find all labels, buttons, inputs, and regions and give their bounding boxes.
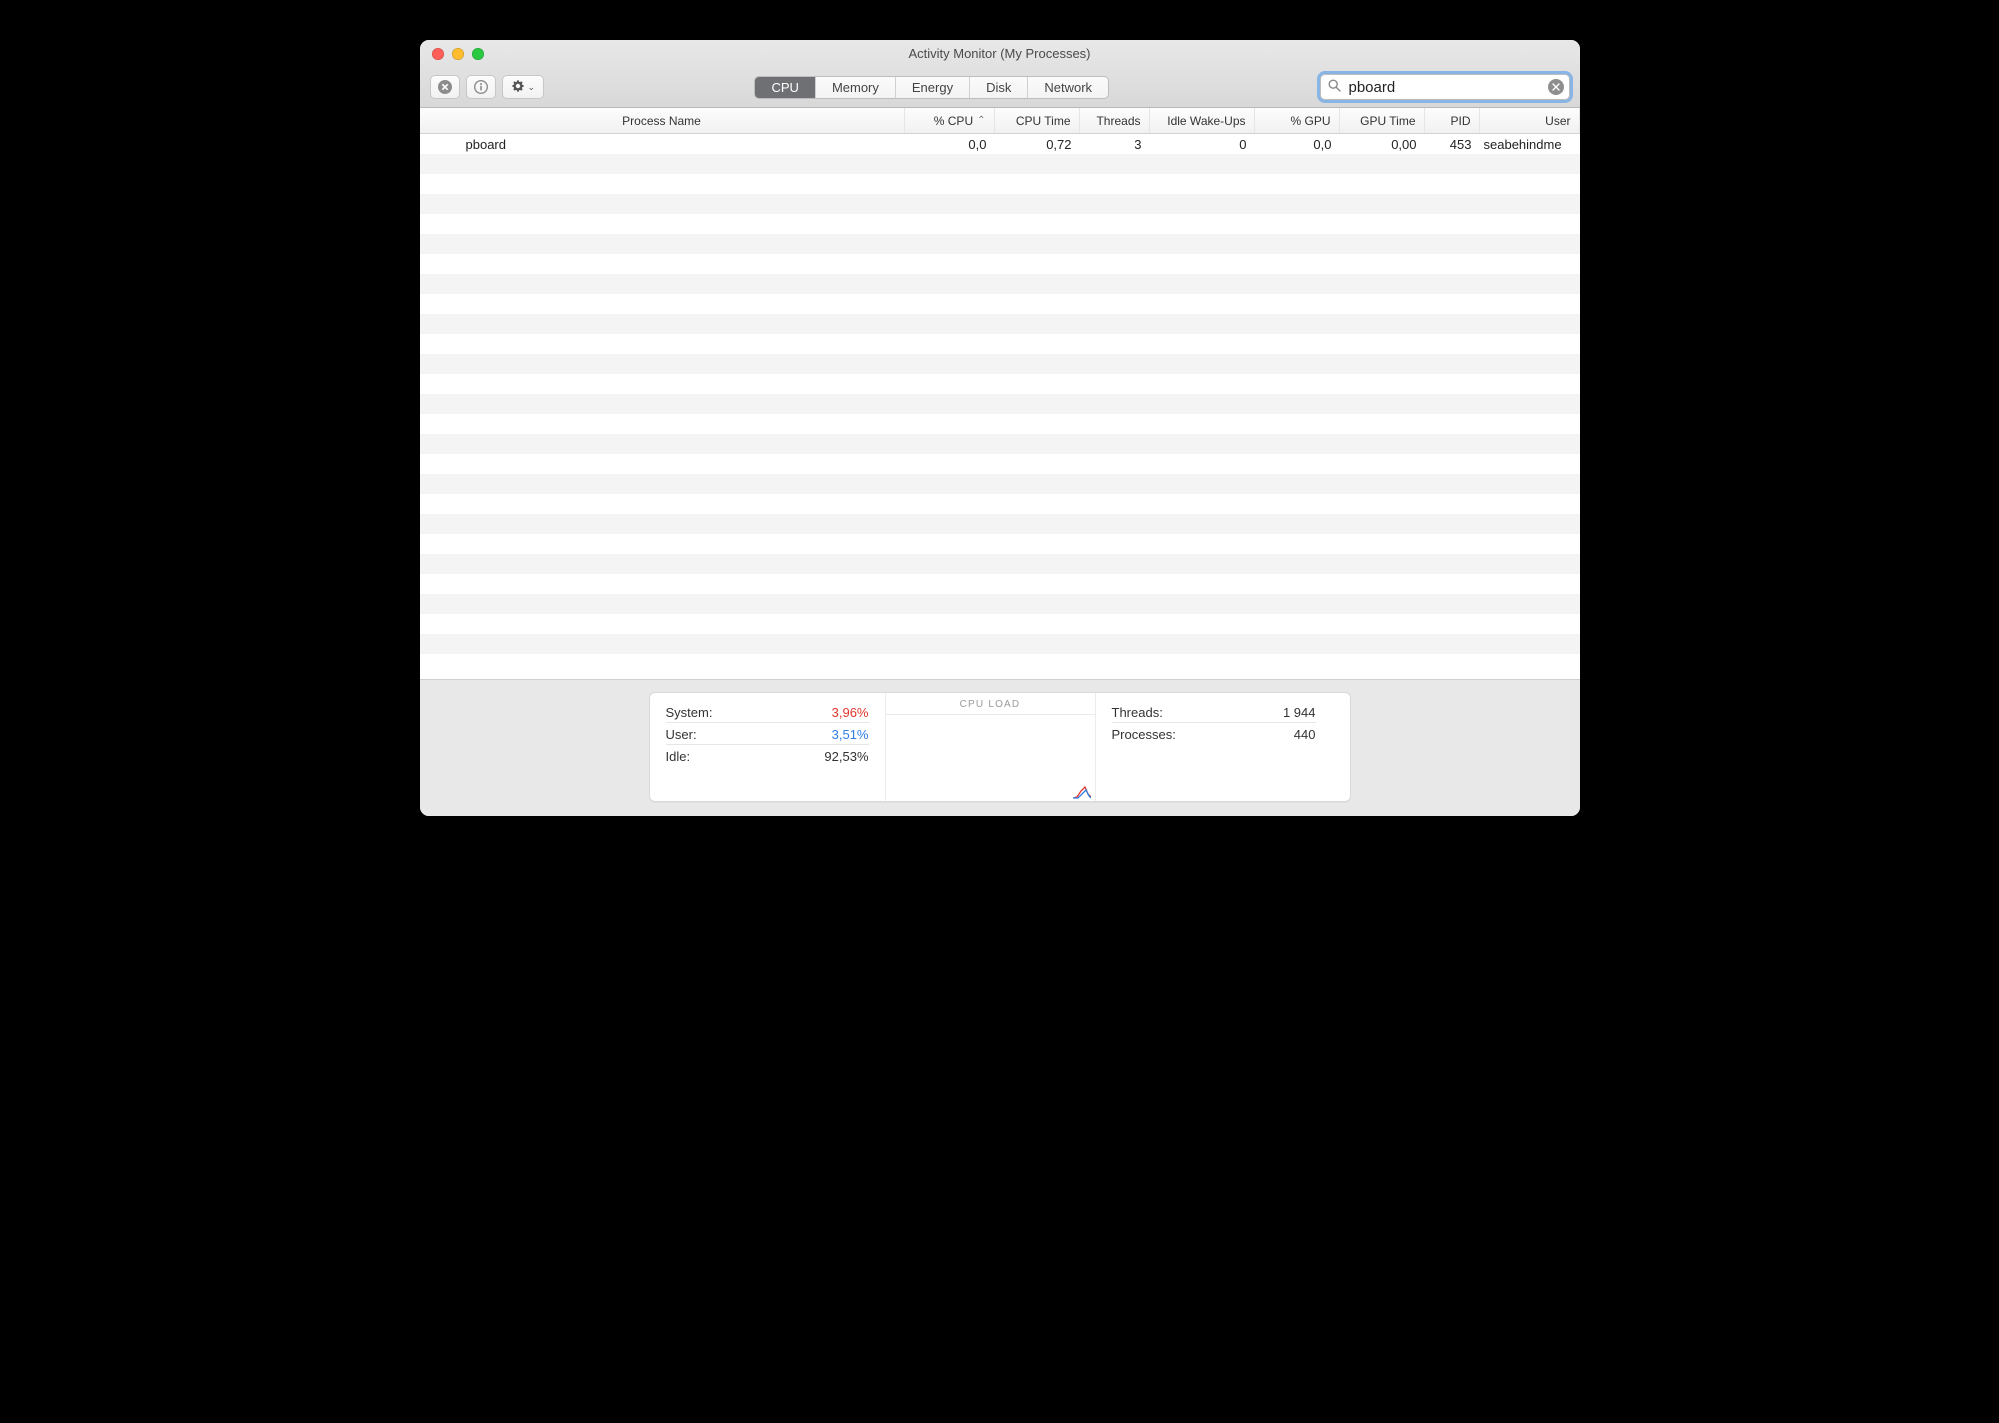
- table-row-empty: [420, 234, 1580, 254]
- cell-cputime: 0,72: [995, 137, 1080, 152]
- tab-memory[interactable]: Memory: [816, 77, 896, 98]
- col-user[interactable]: User: [1480, 108, 1580, 133]
- table-row-empty: [420, 154, 1580, 174]
- cell-user: seabehindme: [1480, 137, 1580, 152]
- table-row-empty: [420, 494, 1580, 514]
- cpu-load-chart: CPU LOAD: [886, 693, 1096, 801]
- idle-label: Idle:: [666, 749, 691, 764]
- titlebar-top: Activity Monitor (My Processes): [420, 40, 1580, 68]
- col-idle-wakeups[interactable]: Idle Wake-Ups: [1150, 108, 1255, 133]
- table-row-empty: [420, 534, 1580, 554]
- processes-value: 440: [1294, 727, 1316, 742]
- cpu-load-chart-area: [886, 714, 1095, 801]
- threads-label: Threads:: [1112, 705, 1163, 720]
- table-row-empty: [420, 174, 1580, 194]
- activity-monitor-window: Activity Monitor (My Processes) ⌄: [420, 40, 1580, 816]
- close-icon: [1552, 83, 1560, 91]
- table-row-empty: [420, 574, 1580, 594]
- idle-value: 92,53%: [824, 749, 868, 764]
- clear-search-button[interactable]: [1548, 79, 1564, 95]
- close-icon[interactable]: [432, 48, 444, 60]
- actions-menu-button[interactable]: ⌄: [502, 75, 545, 99]
- table-row-empty: [420, 474, 1580, 494]
- process-counts: Threads: 1 944 Processes: 440: [1096, 693, 1332, 801]
- table-row-empty: [420, 374, 1580, 394]
- threads-value: 1 944: [1283, 705, 1316, 720]
- col-gpu-time[interactable]: GPU Time: [1340, 108, 1425, 133]
- table-row-empty: [420, 214, 1580, 234]
- tab-cpu[interactable]: CPU: [755, 77, 815, 98]
- cpu-load-title: CPU LOAD: [886, 693, 1095, 712]
- table-row-empty: [420, 254, 1580, 274]
- col-process-name[interactable]: Process Name: [420, 108, 905, 133]
- col-pid[interactable]: PID: [1425, 108, 1480, 133]
- process-table: pboard 0,0 0,72 3 0 0,0 0,00 453 seabehi…: [420, 134, 1580, 679]
- table-row-empty: [420, 194, 1580, 214]
- info-icon: [474, 80, 488, 94]
- cell-process-name: pboard: [420, 137, 905, 152]
- toolbar-left-group: ⌄: [430, 75, 545, 99]
- user-label: User:: [666, 727, 697, 742]
- cell-idle: 0: [1150, 137, 1255, 152]
- table-row-empty: [420, 394, 1580, 414]
- table-row-empty: [420, 314, 1580, 334]
- gear-icon: [511, 79, 525, 96]
- table-row-empty: [420, 634, 1580, 654]
- system-label: System:: [666, 705, 713, 720]
- tab-network[interactable]: Network: [1028, 77, 1108, 98]
- table-row-empty: [420, 414, 1580, 434]
- cell-threads: 3: [1080, 137, 1150, 152]
- toolbar: ⌄ CPU Memory Energy Disk Network: [420, 68, 1580, 107]
- table-row-empty: [420, 514, 1580, 534]
- inspect-process-button[interactable]: [466, 75, 496, 99]
- table-row-empty: [420, 294, 1580, 314]
- cell-cpu: 0,0: [905, 137, 995, 152]
- cpu-usage-summary: System: 3,96% User: 3,51% Idle: 92,53%: [650, 693, 886, 801]
- titlebar: Activity Monitor (My Processes) ⌄: [420, 40, 1580, 108]
- table-row[interactable]: pboard 0,0 0,72 3 0 0,0 0,00 453 seabehi…: [420, 134, 1580, 154]
- search-icon: [1328, 79, 1341, 95]
- col-cpu-time[interactable]: CPU Time: [995, 108, 1080, 133]
- table-row-empty: [420, 454, 1580, 474]
- cell-gputime: 0,00: [1340, 137, 1425, 152]
- table-row-empty: [420, 334, 1580, 354]
- system-value: 3,96%: [832, 705, 869, 720]
- col-threads[interactable]: Threads: [1080, 108, 1150, 133]
- col-cpu-percent[interactable]: % CPU: [905, 108, 995, 133]
- footer-inner: System: 3,96% User: 3,51% Idle: 92,53% C…: [649, 692, 1351, 802]
- chevron-down-icon: ⌄: [528, 82, 536, 93]
- footer-panel: System: 3,96% User: 3,51% Idle: 92,53% C…: [420, 679, 1580, 816]
- col-gpu-percent[interactable]: % GPU: [1255, 108, 1340, 133]
- tab-energy[interactable]: Energy: [896, 77, 970, 98]
- table-row-empty: [420, 354, 1580, 374]
- stop-process-button[interactable]: [430, 75, 460, 99]
- zoom-icon[interactable]: [472, 48, 484, 60]
- cpu-load-sparkline-icon: [1073, 785, 1091, 799]
- traffic-lights: [432, 48, 484, 60]
- resource-tabs: CPU Memory Energy Disk Network: [754, 76, 1109, 99]
- search-field: [1320, 74, 1570, 100]
- minimize-icon[interactable]: [452, 48, 464, 60]
- stop-icon: [438, 80, 452, 94]
- processes-label: Processes:: [1112, 727, 1176, 742]
- user-value: 3,51%: [832, 727, 869, 742]
- window-title: Activity Monitor (My Processes): [908, 46, 1090, 61]
- search-input[interactable]: [1320, 74, 1570, 100]
- table-row-empty: [420, 274, 1580, 294]
- table-row-empty: [420, 434, 1580, 454]
- table-row-empty: [420, 614, 1580, 634]
- column-headers: Process Name % CPU CPU Time Threads Idle…: [420, 108, 1580, 134]
- table-row-empty: [420, 654, 1580, 674]
- cell-pid: 453: [1425, 137, 1480, 152]
- table-row-empty: [420, 554, 1580, 574]
- table-row-empty: [420, 594, 1580, 614]
- tab-disk[interactable]: Disk: [970, 77, 1028, 98]
- cell-gpu: 0,0: [1255, 137, 1340, 152]
